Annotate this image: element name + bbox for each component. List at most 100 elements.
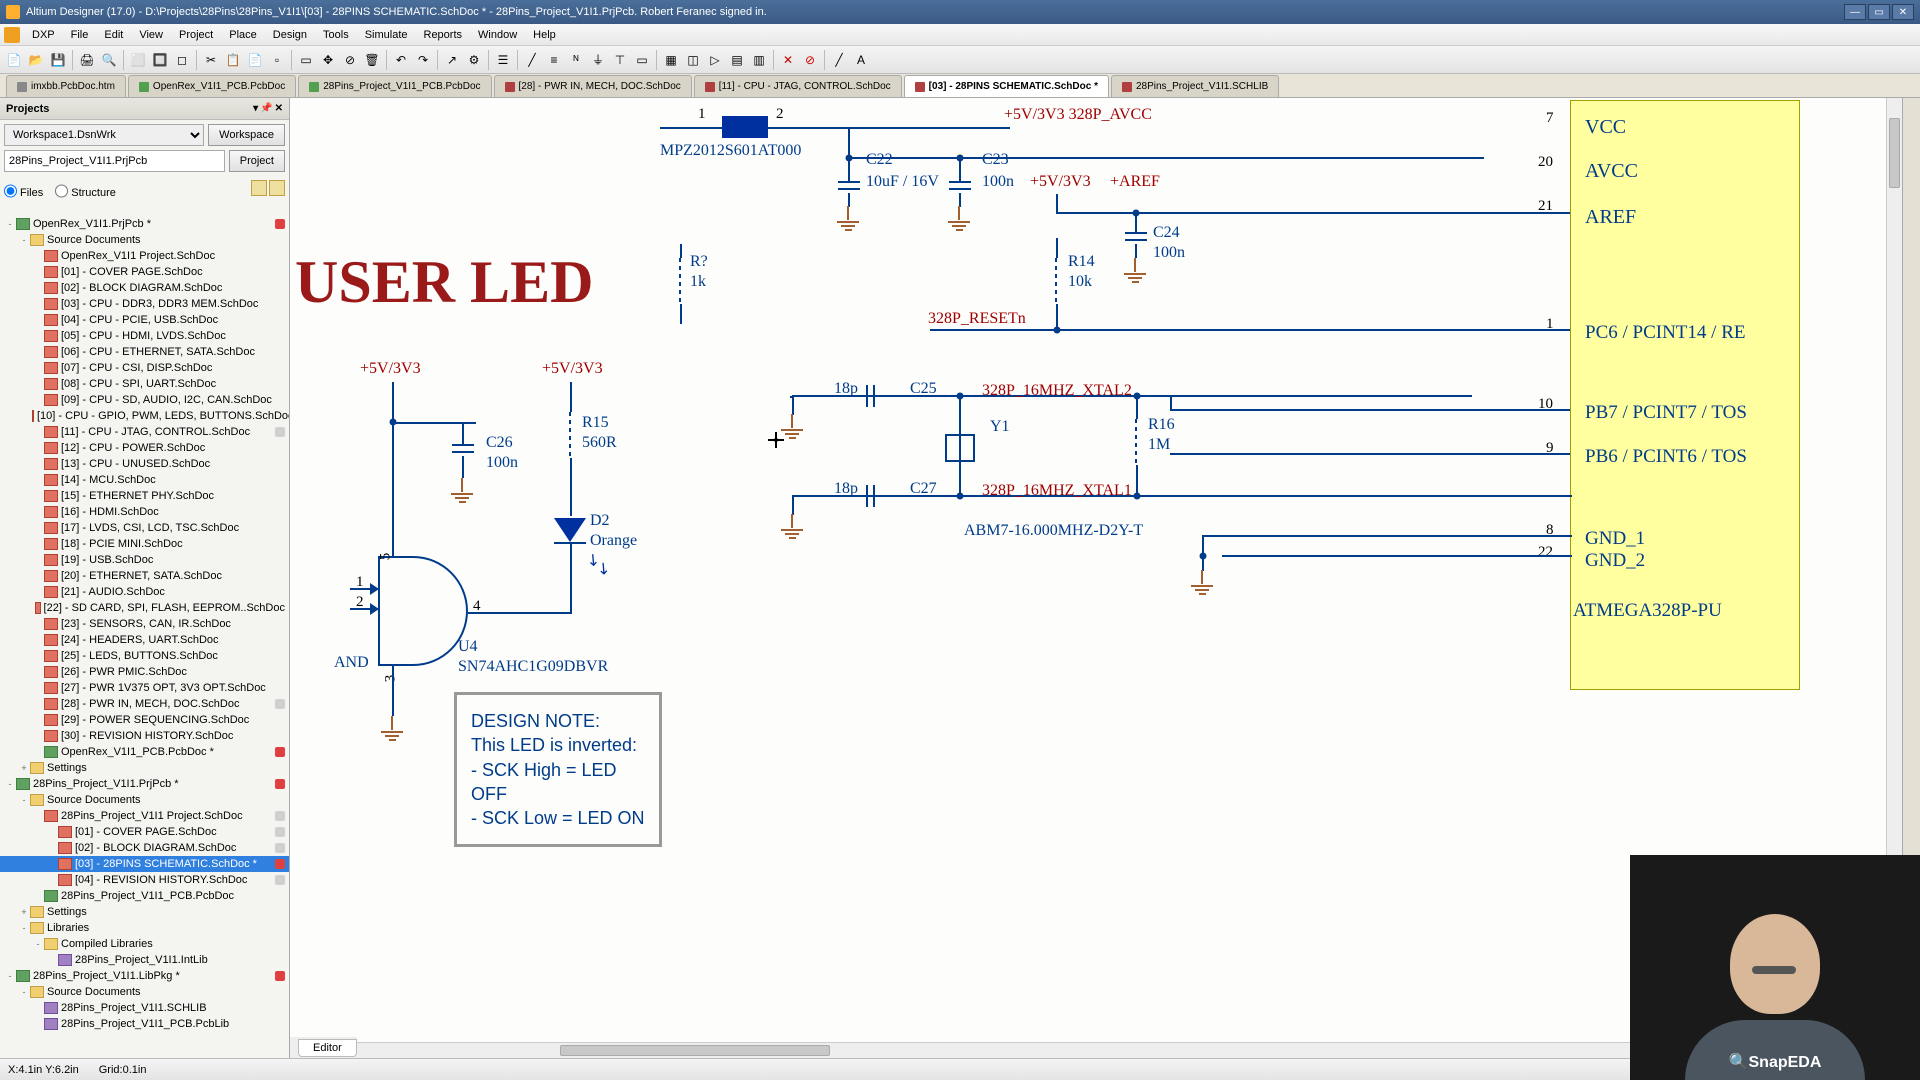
doc-tab[interactable]: OpenRex_V1I1_PCB.PcbDoc: [128, 75, 296, 97]
select-icon[interactable]: ▭: [296, 50, 316, 70]
tree-item[interactable]: 28Pins_Project_V1I1_PCB.PcbLib: [0, 1016, 289, 1032]
clear-icon[interactable]: 🗑: [362, 50, 382, 70]
redo-icon[interactable]: ↷: [413, 50, 433, 70]
tree-item[interactable]: [10] - CPU - GPIO, PWM, LEDS, BUTTONS.Sc…: [0, 408, 289, 424]
tree-item[interactable]: [02] - BLOCK DIAGRAM.SchDoc: [0, 280, 289, 296]
deselect-icon[interactable]: ⊘: [340, 50, 360, 70]
gnd-icon[interactable]: ⏚: [588, 50, 608, 70]
print-icon[interactable]: 🖨: [77, 50, 97, 70]
menu-dxp[interactable]: DXP: [24, 27, 63, 43]
tree-item[interactable]: OpenRex_V1I1_PCB.PcbDoc *: [0, 744, 289, 760]
maximize-button[interactable]: ▭: [1868, 4, 1890, 20]
menu-place[interactable]: Place: [221, 27, 265, 43]
tree-item[interactable]: 28Pins_Project_V1I1.SCHLIB: [0, 1000, 289, 1016]
menu-window[interactable]: Window: [470, 27, 525, 43]
tree-item[interactable]: -Source Documents: [0, 232, 289, 248]
menu-reports[interactable]: Reports: [416, 27, 471, 43]
tree-item[interactable]: [20] - ETHERNET, SATA.SchDoc: [0, 568, 289, 584]
sheetentry-icon[interactable]: ◫: [683, 50, 703, 70]
tree-item[interactable]: [02] - BLOCK DIAGRAM.SchDoc: [0, 840, 289, 856]
tree-item[interactable]: -OpenRex_V1I1.PrjPcb *: [0, 216, 289, 232]
tree-item[interactable]: [21] - AUDIO.SchDoc: [0, 584, 289, 600]
tree-item[interactable]: [24] - HEADERS, UART.SchDoc: [0, 632, 289, 648]
tree-item[interactable]: 28Pins_Project_V1I1_PCB.PcbDoc: [0, 888, 289, 904]
tree-item[interactable]: [28] - PWR IN, MECH, DOC.SchDoc: [0, 696, 289, 712]
tree-item[interactable]: 28Pins_Project_V1I1.IntLib: [0, 952, 289, 968]
tree-item[interactable]: [01] - COVER PAGE.SchDoc: [0, 824, 289, 840]
tree-item[interactable]: -Libraries: [0, 920, 289, 936]
harness-icon[interactable]: ▤: [727, 50, 747, 70]
preview-icon[interactable]: 🔍: [99, 50, 119, 70]
bus-icon[interactable]: ≡: [544, 50, 564, 70]
doc-tab[interactable]: [03] - 28PINS SCHEMATIC.SchDoc *: [904, 75, 1109, 97]
tree-item[interactable]: +Settings: [0, 904, 289, 920]
menu-design[interactable]: Design: [265, 27, 315, 43]
tree-item[interactable]: -Source Documents: [0, 792, 289, 808]
tree-item[interactable]: [25] - LEDS, BUTTONS.SchDoc: [0, 648, 289, 664]
menu-simulate[interactable]: Simulate: [357, 27, 416, 43]
save-icon[interactable]: 💾: [48, 50, 68, 70]
net-icon[interactable]: ᴺ: [566, 50, 586, 70]
project-tree[interactable]: -OpenRex_V1I1.PrjPcb *-Source DocumentsO…: [0, 214, 289, 1034]
wire-icon[interactable]: ╱: [522, 50, 542, 70]
editor-tab[interactable]: Editor: [298, 1039, 357, 1057]
tree-item[interactable]: [03] - 28PINS SCHEMATIC.SchDoc *: [0, 856, 289, 872]
tree-item[interactable]: -28Pins_Project_V1I1.PrjPcb *: [0, 776, 289, 792]
tree-item[interactable]: [14] - MCU.SchDoc: [0, 472, 289, 488]
menu-view[interactable]: View: [131, 27, 171, 43]
vcc-icon[interactable]: ⊤: [610, 50, 630, 70]
zoom-fit-icon[interactable]: ⬜: [128, 50, 148, 70]
close-button[interactable]: ✕: [1892, 4, 1914, 20]
tree-item[interactable]: [07] - CPU - CSI, DISP.SchDoc: [0, 360, 289, 376]
tree-item[interactable]: [27] - PWR 1V375 OPT, 3V3 OPT.SchDoc: [0, 680, 289, 696]
project-button[interactable]: Project: [229, 150, 285, 172]
menu-help[interactable]: Help: [525, 27, 564, 43]
tree-item[interactable]: [13] - CPU - UNUSED.SchDoc: [0, 456, 289, 472]
tree-item[interactable]: -Compiled Libraries: [0, 936, 289, 952]
workspace-button[interactable]: Workspace: [208, 124, 285, 146]
files-radio[interactable]: Files: [4, 180, 43, 206]
tree-item[interactable]: -28Pins_Project_V1I1.LibPkg *: [0, 968, 289, 984]
port-icon[interactable]: ▷: [705, 50, 725, 70]
new-icon[interactable]: 📄: [4, 50, 24, 70]
harness2-icon[interactable]: ▥: [749, 50, 769, 70]
workspace-select[interactable]: Workspace1.DsnWrk: [4, 124, 204, 146]
line-icon[interactable]: ╱: [829, 50, 849, 70]
doc-tab[interactable]: 28Pins_Project_V1I1_PCB.PcbDoc: [298, 75, 491, 97]
project-input[interactable]: [4, 150, 225, 172]
tree-item[interactable]: [09] - CPU - SD, AUDIO, I2C, CAN.SchDoc: [0, 392, 289, 408]
tree-item[interactable]: [04] - CPU - PCIE, USB.SchDoc: [0, 312, 289, 328]
doc-tab[interactable]: [28] - PWR IN, MECH, DOC.SchDoc: [494, 75, 692, 97]
tree-item[interactable]: [30] - REVISION HISTORY.SchDoc: [0, 728, 289, 744]
open-icon[interactable]: 📂: [26, 50, 46, 70]
tree-item[interactable]: [22] - SD CARD, SPI, FLASH, EEPROM..SchD…: [0, 600, 289, 616]
part-icon[interactable]: ▭: [632, 50, 652, 70]
tree-opt2-icon[interactable]: [269, 180, 285, 196]
tree-item[interactable]: [06] - CPU - ETHERNET, SATA.SchDoc: [0, 344, 289, 360]
doc-tab[interactable]: imxbb.PcbDoc.htm: [6, 75, 126, 97]
menu-file[interactable]: File: [63, 27, 97, 43]
panel-pin-icon[interactable]: 📌: [260, 103, 272, 114]
tree-item[interactable]: [26] - PWR PMIC.SchDoc: [0, 664, 289, 680]
menu-edit[interactable]: Edit: [96, 27, 131, 43]
copy-icon[interactable]: 📋: [223, 50, 243, 70]
tree-item[interactable]: [19] - USB.SchDoc: [0, 552, 289, 568]
gener-icon[interactable]: ⊘: [800, 50, 820, 70]
undo-icon[interactable]: ↶: [391, 50, 411, 70]
tree-item[interactable]: [18] - PCIE MINI.SchDoc: [0, 536, 289, 552]
hierarchy-icon[interactable]: ☰: [493, 50, 513, 70]
compile-icon[interactable]: ⚙: [464, 50, 484, 70]
tree-item[interactable]: [23] - SENSORS, CAN, IR.SchDoc: [0, 616, 289, 632]
doc-tab[interactable]: [11] - CPU - JTAG, CONTROL.SchDoc: [694, 75, 902, 97]
zoom-area-icon[interactable]: 🔲: [150, 50, 170, 70]
tree-item[interactable]: 28Pins_Project_V1I1 Project.SchDoc: [0, 808, 289, 824]
paste-icon[interactable]: 📄: [245, 50, 265, 70]
tree-opt1-icon[interactable]: [251, 180, 267, 196]
tree-item[interactable]: [04] - REVISION HISTORY.SchDoc: [0, 872, 289, 888]
panel-dropdown-icon[interactable]: ▾: [253, 103, 258, 114]
tree-item[interactable]: [16] - HDMI.SchDoc: [0, 504, 289, 520]
move-icon[interactable]: ✥: [318, 50, 338, 70]
panel-close-icon[interactable]: ✕: [275, 103, 283, 114]
minimize-button[interactable]: —: [1844, 4, 1866, 20]
tree-item[interactable]: +Settings: [0, 760, 289, 776]
